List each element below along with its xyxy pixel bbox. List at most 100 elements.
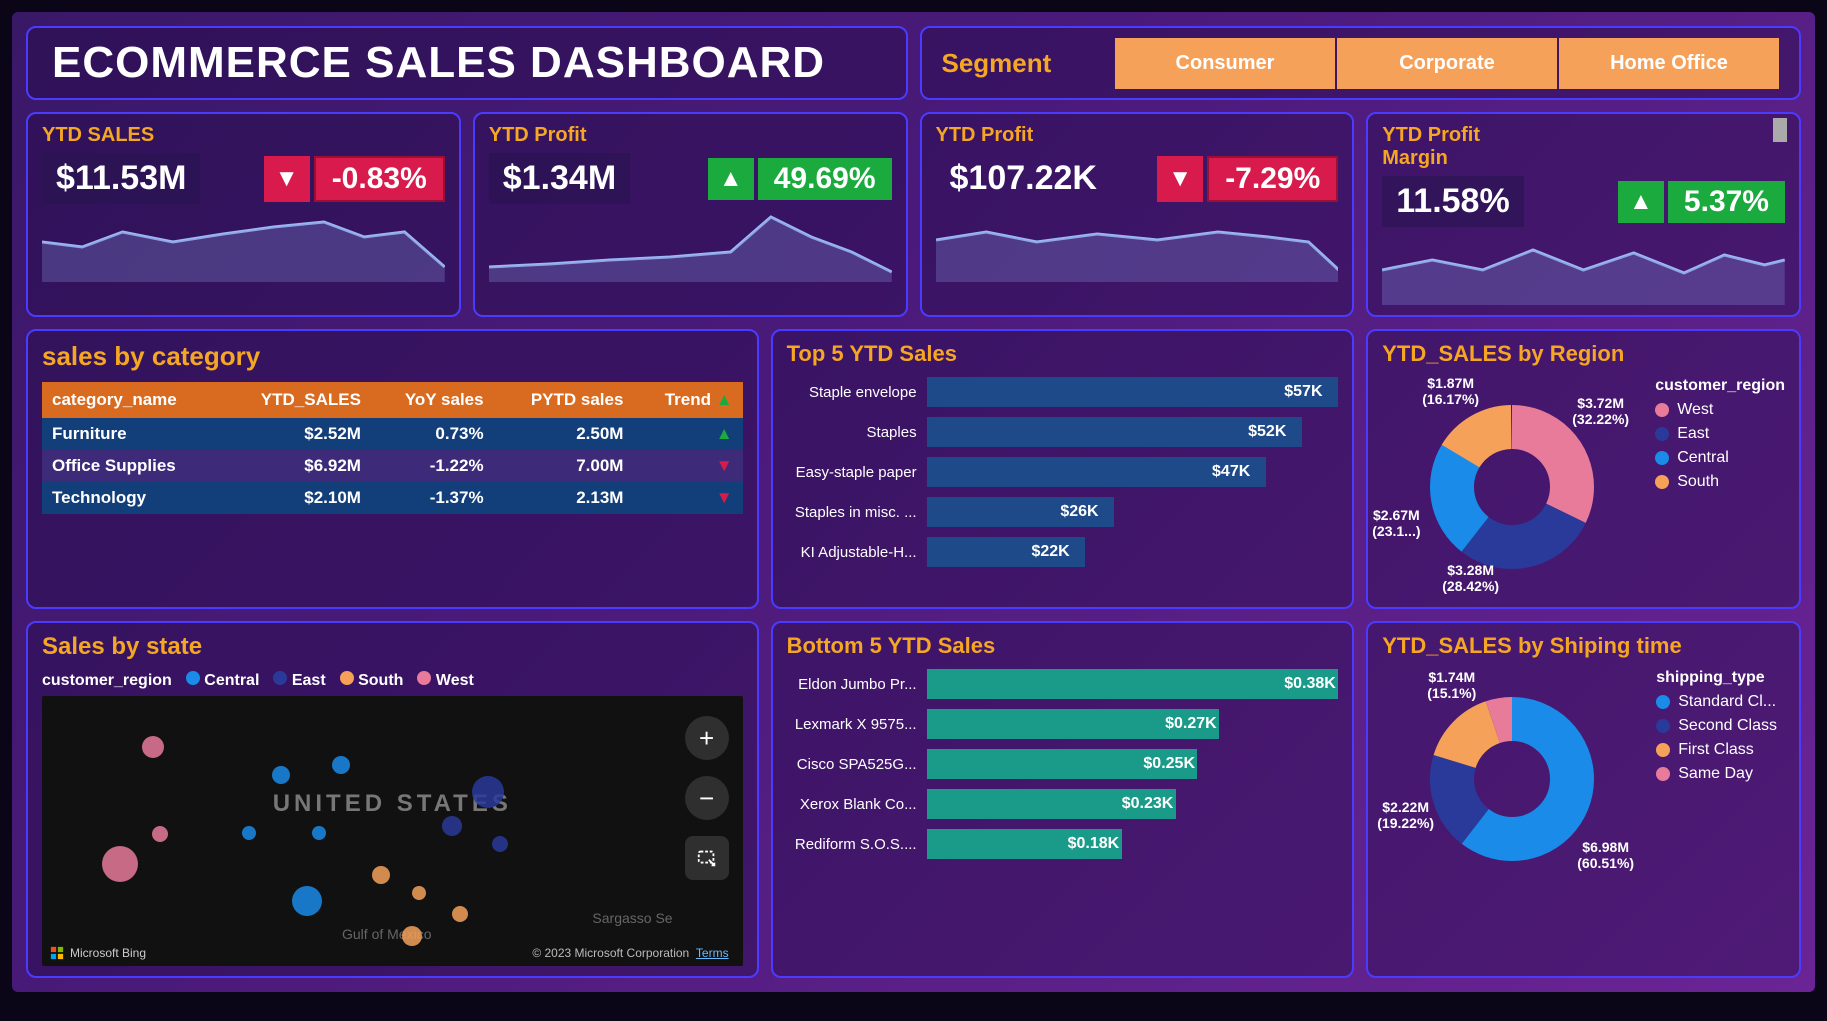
- triangle-up-icon: ▲: [708, 158, 754, 200]
- bar-row[interactable]: Xerox Blank Co...$0.23K: [787, 789, 1339, 819]
- kpi-title: YTD Profit: [489, 124, 892, 147]
- bar-track: $0.25K: [927, 749, 1339, 779]
- map-lasso-button[interactable]: [685, 836, 729, 880]
- bar-value: $47K: [1212, 463, 1250, 481]
- cell-pytd: 2.50M: [494, 418, 634, 450]
- legend-item[interactable]: Second Class: [1656, 717, 1777, 735]
- legend-item[interactable]: East: [273, 671, 325, 690]
- cell-yoy: -1.22%: [371, 450, 494, 482]
- legend-title: shipping_type: [1656, 669, 1777, 687]
- trend-up-icon: ▲: [716, 424, 733, 443]
- bar-value: $0.25K: [1143, 755, 1195, 773]
- legend-item[interactable]: South: [340, 671, 404, 690]
- sales-by-state-card: Sales by state customer_region Central E…: [26, 621, 759, 978]
- map-zoom-in-button[interactable]: +: [685, 716, 729, 760]
- col-yoy-sales[interactable]: YoY sales: [371, 382, 494, 418]
- shipping-donut-card: YTD_SALES by Shiping time $1.74M (15.1%): [1366, 621, 1801, 978]
- legend-item[interactable]: West: [1655, 401, 1785, 419]
- segment-consumer-button[interactable]: Consumer: [1115, 38, 1335, 89]
- bar-fill: [927, 377, 1339, 407]
- sort-up-icon: ▲: [716, 390, 733, 409]
- bar-row[interactable]: Staples$52K: [787, 417, 1339, 447]
- map-bubble: [372, 866, 390, 884]
- kpi-delta: ▲ 5.37%: [1618, 181, 1785, 223]
- region-donut-chart: $3.72M (32.22%) $1.87M (16.17%) $2.67M (…: [1382, 377, 1641, 597]
- bar-row[interactable]: Lexmark X 9575...$0.27K: [787, 709, 1339, 739]
- triangle-up-icon: ▲: [1618, 181, 1664, 223]
- table-row[interactable]: Office Supplies$6.92M-1.22%7.00M▼: [42, 450, 743, 482]
- bar-row[interactable]: Rediform S.O.S....$0.18K: [787, 829, 1339, 859]
- bar-row[interactable]: KI Adjustable-H...$22K: [787, 537, 1339, 567]
- cell-ytd: $2.52M: [222, 418, 371, 450]
- bar-value: $0.18K: [1068, 835, 1120, 853]
- legend-item[interactable]: West: [417, 671, 473, 690]
- bar-track: $47K: [927, 457, 1339, 487]
- bar-row[interactable]: Cisco SPA525G... $0.25K: [787, 749, 1339, 779]
- map-bubble: [152, 826, 168, 842]
- region-legend: customer_region West East Central South: [1655, 377, 1785, 497]
- lasso-select-icon: [696, 847, 718, 869]
- triangle-down-icon: ▼: [264, 156, 310, 202]
- legend-item[interactable]: Central: [1655, 449, 1785, 467]
- map-sargasso-label: Sargasso Se: [592, 910, 672, 926]
- kpi-delta: ▲ 49.69%: [708, 158, 892, 200]
- bar-track: $0.27K: [927, 709, 1339, 739]
- bing-logo-icon: [50, 946, 64, 960]
- bar-label: Staples in misc. ...: [787, 504, 917, 521]
- col-category-name[interactable]: category_name: [42, 382, 222, 418]
- cell-category: Technology: [42, 482, 222, 514]
- col-pytd-sales[interactable]: PYTD sales: [494, 382, 634, 418]
- swatch-icon: [1655, 403, 1669, 417]
- panel-title: Top 5 YTD Sales: [787, 341, 1339, 367]
- region-donut-card: YTD_SALES by Region $3.72M (32.22%): [1366, 329, 1801, 609]
- legend-item[interactable]: Central: [186, 671, 260, 690]
- col-trend[interactable]: Trend ▲: [633, 382, 742, 418]
- bar-row[interactable]: Staple envelope$57K: [787, 377, 1339, 407]
- bar-row[interactable]: Staples in misc. ...$26K: [787, 497, 1339, 527]
- map-bubble: [402, 926, 422, 946]
- legend-item[interactable]: Standard Cl...: [1656, 693, 1777, 711]
- segment-corporate-button[interactable]: Corporate: [1337, 38, 1557, 89]
- legend-item[interactable]: East: [1655, 425, 1785, 443]
- map-bubble: [242, 826, 256, 840]
- panel-title: Bottom 5 YTD Sales: [787, 633, 1339, 659]
- bar-track: $52K: [927, 417, 1339, 447]
- legend-item[interactable]: Same Day: [1656, 765, 1777, 783]
- donut-label-standard: $6.98M (60.51%): [1577, 839, 1634, 871]
- bar-value: $52K: [1248, 423, 1286, 441]
- kpi-delta-value: -0.83%: [314, 156, 445, 202]
- swatch-icon: [1656, 743, 1670, 757]
- map-bubble: [312, 826, 326, 840]
- bar-label: Eldon Jumbo Pr...: [787, 676, 917, 693]
- bar-row[interactable]: Eldon Jumbo Pr...$0.38K: [787, 669, 1339, 699]
- kpi-title: YTD Profit: [936, 124, 1339, 147]
- kpi-title: YTD Profit Margin: [1382, 124, 1502, 170]
- swatch-icon: [417, 671, 431, 685]
- map-zoom-out-button[interactable]: −: [685, 776, 729, 820]
- cell-ytd: $6.92M: [222, 450, 371, 482]
- segment-label: Segment: [942, 48, 1052, 79]
- cell-ytd: $2.10M: [222, 482, 371, 514]
- dashboard-title-card: ECOMMERCE SALES DASHBOARD: [26, 26, 908, 100]
- kpi-value: 11.58%: [1382, 176, 1523, 227]
- segment-home-office-button[interactable]: Home Office: [1559, 38, 1779, 89]
- bar-row[interactable]: Easy-staple paper$47K: [787, 457, 1339, 487]
- bar-fill: [927, 417, 1303, 447]
- legend-item[interactable]: First Class: [1656, 741, 1777, 759]
- map-bubble: [102, 846, 138, 882]
- table-row[interactable]: Technology$2.10M-1.37%2.13M▼: [42, 482, 743, 514]
- cell-trend: ▲: [633, 418, 742, 450]
- bottom5-card: Bottom 5 YTD Sales Eldon Jumbo Pr...$0.3…: [771, 621, 1355, 978]
- bar-value: $0.27K: [1165, 715, 1217, 733]
- bar-track: $0.18K: [927, 829, 1339, 859]
- panel-title: sales by category: [42, 341, 743, 372]
- legend-item[interactable]: South: [1655, 473, 1785, 491]
- map-terms-link[interactable]: Terms: [696, 946, 729, 960]
- bar-label: Cisco SPA525G...: [787, 756, 917, 773]
- map-bubble: [472, 776, 504, 808]
- map[interactable]: UNITED STATES Gulf of Mexico Sargasso Se…: [42, 696, 743, 966]
- resize-handle-icon[interactable]: [1773, 118, 1787, 142]
- table-row[interactable]: Furniture$2.52M0.73%2.50M▲: [42, 418, 743, 450]
- col-ytd-sales[interactable]: YTD_SALES: [222, 382, 371, 418]
- swatch-icon: [1656, 695, 1670, 709]
